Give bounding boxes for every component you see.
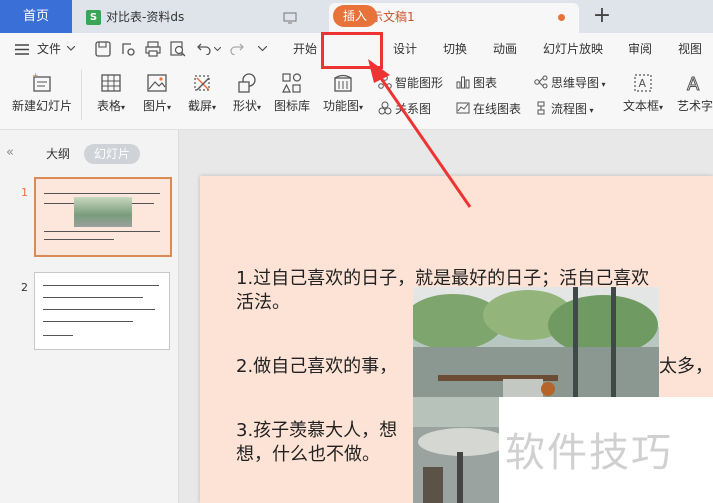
- divider: [81, 70, 82, 120]
- thumb-text-line: [43, 309, 155, 310]
- mind-map-icon: [534, 75, 548, 89]
- shape-button[interactable]: 形状▾: [226, 72, 268, 114]
- slide-thumbnail-2[interactable]: [34, 272, 170, 350]
- menu-view[interactable]: 视图: [673, 33, 707, 65]
- menu-start[interactable]: 开始: [288, 33, 322, 65]
- thumb-text-line: [43, 297, 143, 298]
- slide-text-line: 活法。: [236, 292, 290, 313]
- customize-dropdown-icon[interactable]: [258, 46, 267, 52]
- document-tab-spreadsheet[interactable]: S 对比表-资料ds: [78, 3, 323, 33]
- unsaved-dot-icon: [558, 14, 565, 21]
- undo-icon[interactable]: [197, 42, 211, 55]
- function-chart-icon: [334, 74, 352, 92]
- table-photo: [413, 397, 499, 503]
- new-slide-button[interactable]: + 新建幻灯片: [8, 72, 76, 114]
- thumb-text-line: [43, 285, 159, 286]
- watermark-text: 软件技巧: [505, 430, 673, 476]
- menu-review[interactable]: 审阅: [623, 33, 657, 65]
- screenshot-label: 截屏: [187, 99, 212, 113]
- menu-slideshow[interactable]: 幻灯片放映: [538, 33, 608, 65]
- slide-number: 2: [21, 281, 28, 294]
- slide-number: 1: [21, 186, 28, 199]
- shape-label: 形状: [232, 99, 257, 113]
- export-icon[interactable]: [120, 41, 136, 57]
- tab-label: 对比表-资料ds: [106, 10, 185, 24]
- new-slide-label: 新建幻灯片: [11, 99, 72, 113]
- thumb-text-line: [44, 231, 160, 232]
- redo-icon[interactable]: [230, 42, 244, 55]
- svg-text:+: +: [32, 72, 39, 80]
- table-icon: [101, 74, 121, 92]
- inserted-picture-lower[interactable]: [413, 397, 499, 503]
- thumb-text-line: [44, 193, 160, 194]
- mind-map-label: 思维导图: [551, 76, 600, 90]
- text-box-icon: A: [634, 74, 652, 92]
- picture-label: 图片: [142, 99, 167, 113]
- text-box-button[interactable]: A 文本框▾: [618, 72, 668, 114]
- slide-text-line: 想，什么也不做。: [236, 444, 380, 465]
- icon-library-icon: [282, 73, 302, 93]
- save-icon[interactable]: [95, 41, 111, 57]
- flow-chart-icon: [537, 101, 545, 115]
- menu-insert[interactable]: 插入: [333, 5, 377, 27]
- slide-thumbnail-1[interactable]: [34, 177, 172, 257]
- slide-text-line: 2.做自己喜欢的事，: [236, 356, 398, 377]
- tab-outline[interactable]: 大纲: [46, 145, 70, 162]
- screenshot-button[interactable]: 截屏▾: [181, 72, 223, 114]
- online-chart-label: 在线图表: [473, 102, 522, 116]
- monitor-icon: [283, 12, 297, 24]
- mind-map-button[interactable]: 思维导图 ▾: [534, 73, 606, 93]
- svg-text:A: A: [639, 77, 647, 90]
- file-menu[interactable]: 文件: [34, 33, 64, 65]
- function-chart-label: 功能图: [322, 99, 359, 113]
- picture-button[interactable]: 图片▾: [136, 72, 178, 114]
- icon-library-button[interactable]: 图标库: [270, 72, 314, 114]
- table-label: 表格: [96, 99, 121, 113]
- thumb-text-line: [44, 239, 114, 240]
- new-tab-button[interactable]: +: [590, 2, 614, 30]
- table-button[interactable]: 表格▾: [90, 72, 132, 114]
- menu-animation[interactable]: 动画: [488, 33, 522, 65]
- annotation-arrow-icon: [368, 59, 472, 208]
- new-slide-icon: +: [32, 72, 51, 92]
- chevron-down-icon: [67, 46, 75, 51]
- thumb-text-line: [43, 321, 133, 322]
- word-art-button[interactable]: A 艺术字: [673, 72, 713, 114]
- home-tab[interactable]: 首页: [0, 0, 72, 33]
- spreadsheet-icon: S: [86, 10, 101, 25]
- tab-slides[interactable]: 幻灯片: [84, 144, 140, 164]
- word-art-icon: A: [687, 74, 701, 95]
- icon-library-label: 图标库: [273, 99, 310, 113]
- collapse-panel-icon[interactable]: «: [6, 145, 14, 160]
- chevron-down-icon: [214, 47, 221, 52]
- flow-chart-button[interactable]: 流程图 ▾: [534, 99, 594, 119]
- inserted-picture[interactable]: [413, 287, 659, 397]
- print-icon[interactable]: [145, 41, 161, 57]
- thumb-picture: [74, 197, 132, 227]
- picture-icon: [147, 74, 167, 92]
- garden-photo: [413, 287, 659, 397]
- print-preview-icon[interactable]: [170, 41, 186, 57]
- slide-text-line: 3.孩子羡慕大人，想: [236, 420, 398, 441]
- screenshot-icon: [194, 75, 210, 91]
- flow-chart-label: 流程图: [551, 102, 588, 116]
- hamburger-icon[interactable]: [15, 44, 29, 55]
- shape-icon: [238, 73, 256, 93]
- thumb-text-line: [43, 335, 73, 336]
- slide-text-line: 太多，: [659, 356, 713, 377]
- word-art-label: 艺术字: [676, 99, 713, 113]
- svg-text:A: A: [687, 74, 700, 94]
- text-box-label: 文本框: [622, 99, 659, 113]
